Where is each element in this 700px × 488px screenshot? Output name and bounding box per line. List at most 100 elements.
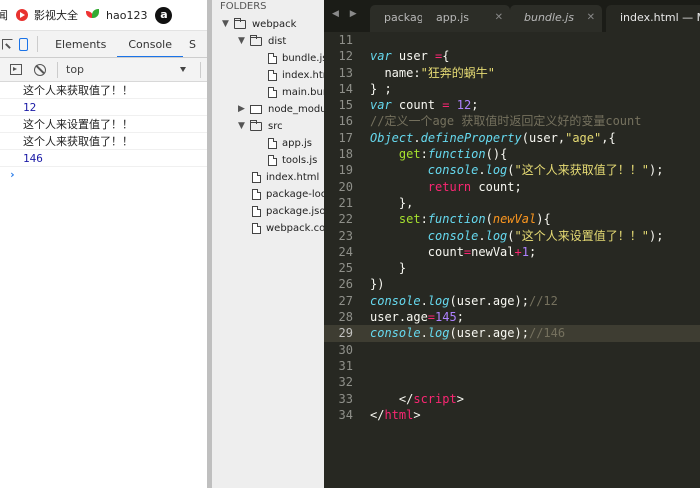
collapsed-arrow-icon[interactable]: ▶ [238, 101, 245, 118]
line-number: 11 [338, 33, 353, 47]
divider [200, 61, 201, 78]
code-line[interactable]: 29 console.log(user.age);//146 [324, 325, 700, 342]
code-line[interactable]: 15 var count = 12; [324, 97, 700, 113]
editor-tab-label: index.html — Mr.M\webpack [620, 11, 700, 24]
line-number: 32 [338, 375, 353, 390]
expanded-arrow-icon[interactable]: ▼ [222, 16, 229, 33]
expanded-arrow-icon[interactable]: ▼ [238, 118, 245, 135]
tree-item[interactable]: package-lock.json [212, 186, 324, 203]
code-line[interactable]: 14} ; [324, 81, 700, 97]
code-token: //12 [528, 293, 558, 308]
code-line[interactable]: 19 console.log("这个人来获取值了！！"); [324, 162, 700, 178]
editor-tab[interactable]: index.html — Mr.M\webpack [606, 5, 700, 32]
code-line[interactable]: 26}) [324, 276, 700, 292]
tree-item[interactable]: webpack.config.js [212, 220, 324, 237]
bookmark-video[interactable]: 影视大全 [16, 7, 78, 23]
code-token: count [370, 244, 464, 259]
amazon-logo-icon: a [155, 6, 173, 24]
code-line[interactable]: 17 Object.defineProperty(user,"age",{ [324, 130, 700, 146]
bookmark-amazon[interactable]: a [155, 6, 178, 24]
line-number: 25 [338, 261, 353, 276]
code-token: : [420, 212, 428, 227]
code-editor[interactable]: ◀ ▶ package.json✕app.js✕bundle.js✕index.… [324, 0, 700, 488]
tree-item[interactable]: index.html [212, 169, 324, 186]
code-text: count=newVal+1; [370, 244, 536, 260]
tree-item-label: index.html [282, 70, 324, 81]
tree-item-label: src [268, 121, 283, 132]
tab-sources[interactable]: S [183, 31, 207, 57]
tree-item[interactable]: package.json [212, 203, 324, 220]
console-sidebar-toggle-icon[interactable] [10, 64, 22, 75]
console-toolbar: top [0, 58, 207, 82]
code-token: //146 [528, 326, 566, 341]
tree-item[interactable]: tools.js [212, 152, 324, 169]
line-number: 33 [338, 391, 353, 406]
code-line[interactable]: 24 count=newVal+1; [324, 244, 700, 260]
close-tab-icon[interactable]: ✕ [495, 5, 503, 30]
folders-header: FOLDERS [220, 1, 267, 12]
tree-item[interactable]: ▼ dist [212, 33, 324, 50]
line-number: 15 [338, 98, 353, 113]
tab-elements[interactable]: Elements [44, 31, 117, 57]
tab-nav-arrows-icon[interactable]: ◀ ▶ [332, 9, 361, 19]
clear-console-icon[interactable] [34, 63, 46, 76]
console-log-line: 这个人来获取值了！！ [0, 133, 207, 150]
code-token: name: [370, 65, 421, 80]
code-token: }) [370, 277, 385, 292]
bookmark-hao123[interactable]: hao123 [86, 9, 147, 22]
context-select[interactable]: top [64, 63, 188, 76]
tree-item-label: dist [268, 36, 287, 47]
code-token: = [427, 310, 436, 325]
console-prompt[interactable]: › [0, 167, 207, 184]
code-area[interactable]: 11 12 var user ={13 name:"狂奔的蜗牛" 14} ; 15 var… [324, 32, 700, 423]
bookmark-news[interactable]: 闻 [0, 7, 8, 23]
code-text: var user ={ [370, 48, 450, 64]
code-line[interactable]: 12 var user ={ [324, 48, 700, 64]
code-line[interactable]: 28 user.age=145; [324, 309, 700, 325]
code-line[interactable]: 23 console.log("这个人来设置值了！！"); [324, 228, 700, 244]
tab-console[interactable]: Console [117, 31, 184, 57]
code-line[interactable]: 11 [324, 32, 700, 48]
tree-item[interactable]: ▶ node_modules [212, 101, 324, 118]
inspect-element-icon[interactable] [0, 31, 16, 57]
code-line[interactable]: 16 //定义一个age 获取值时返回定义好的变量count [324, 113, 700, 129]
tree-item[interactable]: main.bundle.js [212, 84, 324, 101]
tree-item[interactable]: ▼ webpack [212, 16, 324, 33]
expanded-arrow-icon[interactable]: ▼ [238, 33, 245, 50]
code-line[interactable]: 34 </html> [324, 407, 700, 423]
tree-item[interactable]: bundle.js [212, 50, 324, 67]
code-line[interactable]: 21 }, [324, 195, 700, 211]
code-token: "狂奔的蜗牛" [420, 65, 496, 80]
code-token: 145 [435, 310, 457, 325]
tree-item[interactable]: app.js [212, 135, 324, 152]
code-line[interactable]: 13 name:"狂奔的蜗牛" [324, 65, 700, 81]
code-token: console [427, 228, 479, 243]
code-line[interactable]: 32 [324, 374, 700, 390]
code-line[interactable]: 33 </script> [324, 391, 700, 407]
divider [57, 61, 58, 78]
code-token: ( [485, 212, 493, 227]
folder-open-icon [250, 35, 262, 46]
code-line[interactable]: 31 [324, 358, 700, 374]
editor-tab[interactable]: app.js ✕ [422, 5, 510, 32]
line-number: 34 [338, 407, 353, 422]
editor-tab[interactable]: bundle.js ✕ [510, 5, 602, 32]
tree-item[interactable]: index.html [212, 67, 324, 84]
code-line[interactable]: 25 } [324, 260, 700, 276]
code-text: get:function(){ [370, 146, 507, 162]
line-number: 16 [338, 114, 353, 129]
code-line[interactable]: 20 return count; [324, 179, 700, 195]
code-token: ( [507, 228, 515, 243]
code-text: //定义一个age 获取值时返回定义好的变量count [370, 113, 641, 129]
code-line[interactable]: 22 set:function(newVal){ [324, 211, 700, 227]
code-line[interactable]: 27 console.log(user.age);//12 [324, 293, 700, 309]
code-line[interactable]: 18 get:function(){ [324, 146, 700, 162]
line-number: 31 [338, 358, 353, 373]
tree-item[interactable]: ▼ src [212, 118, 324, 135]
code-token: : [420, 147, 428, 162]
device-toolbar-icon[interactable] [16, 31, 32, 57]
close-tab-icon[interactable]: ✕ [587, 5, 595, 30]
code-line[interactable]: 30 [324, 342, 700, 358]
browser-pane: 闻 影视大全 hao123 a Elements Console S top [0, 0, 207, 488]
